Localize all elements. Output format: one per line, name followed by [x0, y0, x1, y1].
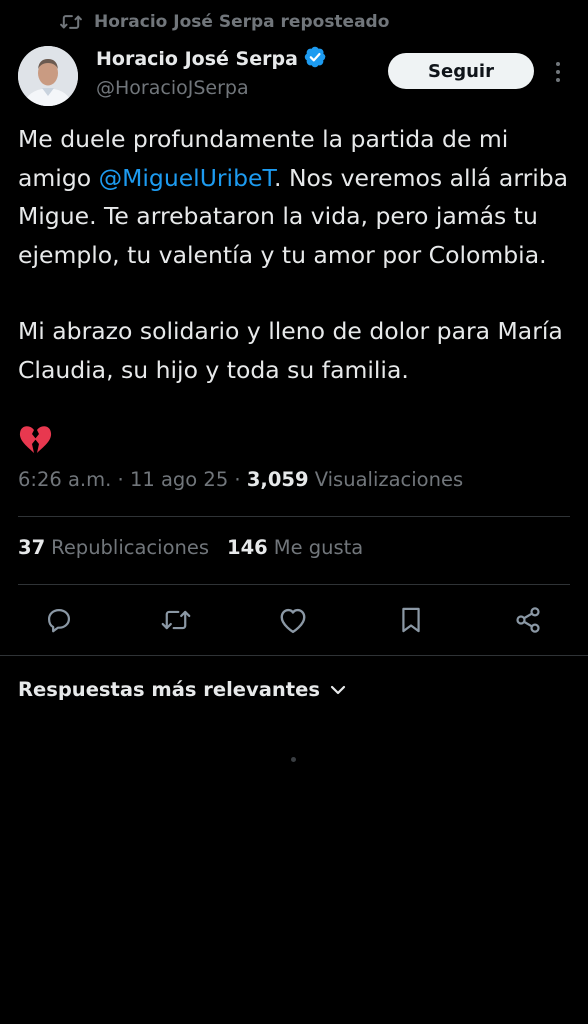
- tweet-meta: 6:26 a.m. · 11 ago 25 · 3,059 Visualizac…: [18, 468, 463, 491]
- reposts-stat[interactable]: 37 Republicaciones: [18, 536, 209, 559]
- views-count: 3,059: [246, 468, 309, 491]
- follow-button[interactable]: Seguir: [388, 53, 534, 89]
- author-name-row[interactable]: Horacio José Serpa: [96, 46, 326, 72]
- repost-button[interactable]: [158, 602, 194, 638]
- mention-link[interactable]: @MiguelUribeT: [99, 164, 274, 192]
- divider: [0, 655, 588, 656]
- loading-indicator: [291, 757, 296, 762]
- heart-icon: [280, 608, 306, 634]
- chevron-down-icon: [330, 685, 346, 694]
- avatar[interactable]: [18, 46, 78, 106]
- likes-stat[interactable]: 146 Me gusta: [227, 536, 363, 559]
- tweet-paragraph-1: Me duele profundamente la partida de mi …: [18, 120, 574, 274]
- share-icon: [516, 607, 540, 633]
- tweet-time[interactable]: 6:26 a.m.: [18, 468, 111, 491]
- meta-separator: ·: [111, 468, 130, 491]
- divider: [18, 584, 570, 585]
- views-label: Visualizaciones: [308, 468, 464, 491]
- verified-badge-icon: [304, 46, 326, 72]
- author-display-name[interactable]: Horacio José Serpa: [96, 48, 298, 70]
- broken-heart-icon: [18, 424, 52, 458]
- likes-count: 146: [227, 536, 268, 559]
- likes-label: Me gusta: [273, 536, 364, 559]
- reposts-label: Republicaciones: [51, 536, 210, 559]
- tweet-paragraph-2: Mi abrazo solidario y lleno de dolor par…: [18, 317, 563, 384]
- bookmark-icon: [402, 607, 420, 633]
- repost-banner[interactable]: Horacio José Serpa reposteado: [60, 8, 389, 36]
- repost-banner-text: Horacio José Serpa reposteado: [94, 12, 390, 32]
- reply-button[interactable]: [41, 602, 77, 638]
- more-options-icon[interactable]: [548, 58, 568, 86]
- like-button[interactable]: [275, 602, 311, 638]
- reposts-count: 37: [18, 536, 46, 559]
- tweet-text: Me duele profundamente la partida de mi …: [18, 120, 574, 389]
- replies-sort-label: Respuestas más relevantes: [18, 678, 320, 701]
- tweet-stats: 37 Republicaciones 146 Me gusta: [18, 536, 363, 559]
- author-handle[interactable]: @HoracioJSerpa: [96, 77, 249, 99]
- action-bar: [0, 602, 588, 638]
- reply-icon: [47, 608, 71, 633]
- bookmark-button[interactable]: [393, 602, 429, 638]
- repost-banner-icon: [60, 13, 82, 31]
- meta-separator: ·: [228, 468, 247, 491]
- divider: [18, 516, 570, 517]
- repost-icon: [161, 610, 191, 630]
- share-button[interactable]: [510, 602, 546, 638]
- replies-sort-dropdown[interactable]: Respuestas más relevantes: [18, 678, 346, 701]
- tweet-date[interactable]: 11 ago 25: [130, 468, 228, 491]
